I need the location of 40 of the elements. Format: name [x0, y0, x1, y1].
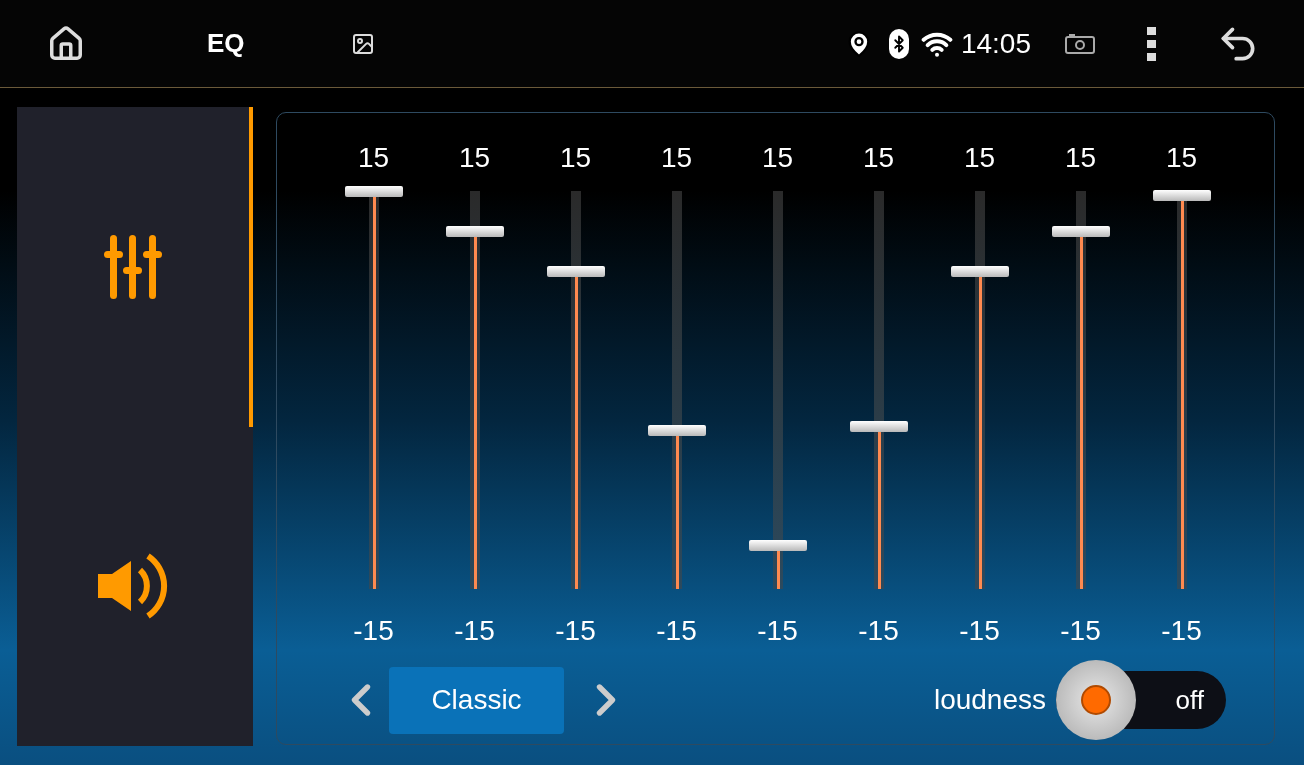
loudness-label: loudness — [933, 683, 1046, 717]
speaker-icon — [98, 552, 168, 621]
slider-thumb[interactable] — [546, 265, 605, 277]
min-value-label: -15 — [858, 614, 899, 648]
bluetooth-icon — [888, 28, 909, 59]
min-value-label: -15 — [1161, 614, 1202, 648]
min-value-label: -15 — [555, 614, 596, 648]
slider-thumb[interactable] — [344, 186, 403, 197]
min-value-label: -15 — [959, 614, 1000, 648]
slider-thumb[interactable] — [1152, 189, 1211, 201]
preset-button[interactable]: Classic — [389, 666, 564, 734]
min-value-label: -15 — [454, 614, 495, 648]
max-value-label: 15 — [761, 141, 794, 175]
slider-thumb[interactable] — [748, 540, 807, 552]
max-value-label: 15 — [963, 141, 996, 175]
max-value-label: 15 — [862, 141, 895, 175]
max-value-label: 15 — [1064, 141, 1097, 175]
more-icon — [1147, 26, 1156, 61]
max-value-label: 15 — [1165, 141, 1198, 175]
slider-thumb[interactable] — [647, 424, 706, 436]
equalizer-icon — [104, 234, 162, 299]
camera-icon — [1065, 33, 1095, 54]
slider-thumb[interactable] — [445, 225, 504, 237]
home-icon — [47, 24, 85, 63]
max-value-label: 15 — [458, 141, 491, 175]
min-value-label: -15 — [656, 614, 697, 648]
min-value-label: -15 — [1060, 614, 1101, 648]
image-button[interactable] — [350, 31, 375, 56]
slider-thumb[interactable] — [849, 420, 908, 432]
min-value-label: -15 — [353, 614, 394, 648]
image-icon — [350, 31, 375, 56]
menu-button[interactable] — [1147, 26, 1156, 61]
max-value-label: 15 — [660, 141, 693, 175]
slider-thumb[interactable] — [1051, 225, 1110, 237]
min-value-label: -15 — [757, 614, 798, 648]
max-value-label: 15 — [357, 141, 390, 175]
screen-title: EQ — [207, 27, 245, 60]
clock-time: 14:05 — [960, 26, 1031, 61]
slider-thumb[interactable] — [950, 265, 1009, 277]
max-value-label: 15 — [559, 141, 592, 175]
